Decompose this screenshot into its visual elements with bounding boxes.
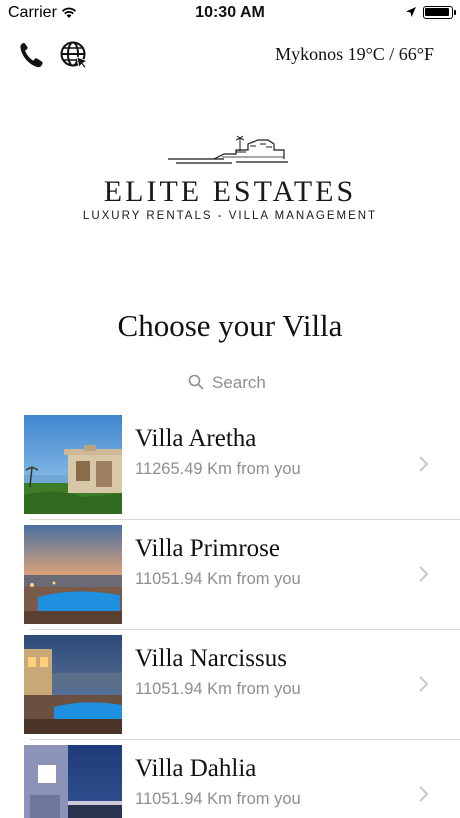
villa-photo	[24, 525, 122, 624]
villa-distance: 11051.94 Km from you	[135, 790, 301, 808]
villa-name: Villa Aretha	[135, 425, 257, 452]
villa-distance: 11051.94 Km from you	[135, 570, 301, 588]
villa-item-aretha[interactable]: Villa Aretha 11265.49 Km from you	[0, 410, 460, 520]
chevron-right-icon	[419, 456, 429, 472]
chevron-right-icon	[419, 676, 429, 692]
weather-label: Mykonos 19°C / 66°F	[275, 44, 434, 64]
location-arrow-icon	[406, 7, 416, 17]
villa-name: Villa Narcissus	[135, 645, 287, 672]
battery-icon	[423, 6, 456, 19]
search-icon	[188, 374, 204, 390]
villa-name: Villa Primrose	[135, 535, 281, 562]
search-bar[interactable]	[150, 370, 312, 396]
villa-item-dahlia[interactable]: Villa Dahlia 11051.94 Km from you	[0, 740, 460, 818]
search-input[interactable]	[212, 370, 312, 396]
villa-photo	[24, 745, 122, 818]
villa-name: Villa Dahlia	[135, 755, 257, 782]
brand-title: ELITE ESTATES	[103, 175, 357, 208]
status-clock: 10:30 AM	[195, 4, 265, 21]
chevron-right-icon	[419, 566, 429, 582]
villa-photo	[24, 635, 122, 734]
globe-icon[interactable]	[59, 40, 89, 70]
brand-subtitle: LUXURY RENTALS - VILLA MANAGEMENT	[82, 210, 378, 222]
status-bar: Carrier 10:30 AM	[0, 0, 460, 26]
villa-list: Villa Aretha 11265.49 Km from you Villa …	[0, 410, 460, 818]
villa-photo	[24, 415, 122, 514]
phone-icon[interactable]	[18, 41, 44, 69]
villa-distance: 11051.94 Km from you	[135, 680, 301, 698]
villa-item-primrose[interactable]: Villa Primrose 11051.94 Km from you	[0, 520, 460, 630]
chevron-right-icon	[419, 786, 429, 802]
estate-house-logo	[168, 135, 288, 164]
page-title: Choose your Villa	[117, 308, 343, 343]
villa-distance: 11265.49 Km from you	[135, 460, 301, 478]
villa-item-narcissus[interactable]: Villa Narcissus 11051.94 Km from you	[0, 630, 460, 740]
